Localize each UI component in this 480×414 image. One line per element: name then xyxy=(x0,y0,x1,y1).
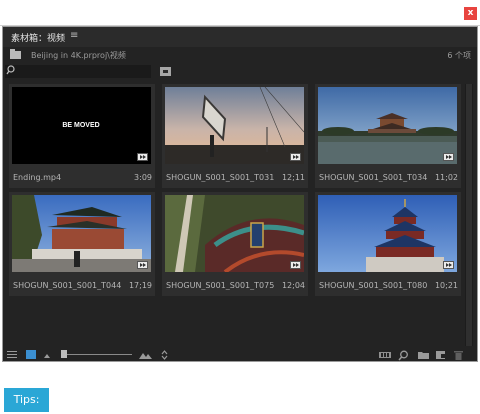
clip-tile-t080[interactable]: SHOGUN_S001_S001_T080... 10;21 xyxy=(315,192,461,296)
folder-icon[interactable] xyxy=(10,49,21,59)
clip-type-icon xyxy=(137,261,148,269)
clip-tile-t034[interactable]: SHOGUN_S001_S001_T034... 11;02 xyxy=(315,84,461,188)
clip-name: SHOGUN_S001_S001_T034... xyxy=(319,173,427,182)
automate-to-sequence-icon[interactable] xyxy=(379,350,391,360)
thumbnail-image xyxy=(318,195,457,272)
panel-header: 素材箱：视频 ≡ xyxy=(3,27,477,47)
thumbnail-caption: BE MOVED xyxy=(62,122,99,129)
clip-type-icon xyxy=(137,153,148,161)
icon-view-icon[interactable] xyxy=(26,350,36,359)
bin-path-row: Beijing in 4K.prproj\视频 6 个项 xyxy=(3,47,477,65)
vertical-scrollbar[interactable] xyxy=(465,84,473,346)
list-view-icon[interactable] xyxy=(7,351,17,359)
new-bin-icon[interactable] xyxy=(418,350,429,360)
new-search-bin-icon[interactable] xyxy=(160,67,171,76)
search-row xyxy=(3,65,477,81)
project-bin-panel: 素材箱：视频 ≡ Beijing in 4K.prproj\视频 6 个项 BE… xyxy=(2,26,478,362)
clip-type-icon xyxy=(443,153,454,161)
bottom-toolbar xyxy=(3,349,477,363)
clip-thumbnail: BE MOVED xyxy=(12,87,151,164)
new-item-icon[interactable] xyxy=(436,350,446,360)
zoom-track xyxy=(61,354,132,355)
thumbnail-image: BE MOVED xyxy=(12,87,151,164)
panel-menu-icon[interactable]: ≡ xyxy=(70,30,78,41)
zoom-large-icon[interactable] xyxy=(139,351,152,359)
clip-tile-t044[interactable]: SHOGUN_S001_S001_T044... 17;19 xyxy=(9,192,155,296)
clip-thumbnail xyxy=(12,195,151,272)
thumbnail-image xyxy=(165,195,304,272)
zoom-handle[interactable] xyxy=(61,350,67,358)
clip-duration: 12;11 xyxy=(281,173,305,182)
clip-tile-t031[interactable]: SHOGUN_S001_S001_T031... 12;11 xyxy=(162,84,308,188)
clip-type-icon xyxy=(290,261,301,269)
clip-duration: 10;21 xyxy=(434,281,458,290)
search-input[interactable] xyxy=(5,65,151,78)
thumbnail-image xyxy=(165,87,304,164)
sort-icons-icon[interactable] xyxy=(161,350,168,360)
panel-tab-title[interactable]: 素材箱：视频 xyxy=(11,31,65,44)
clip-duration: 17;19 xyxy=(128,281,152,290)
find-icon[interactable] xyxy=(398,350,409,361)
scrollbar-thumb[interactable] xyxy=(466,84,472,346)
tips-label: Tips: xyxy=(4,388,49,412)
clip-tile-t075[interactable]: SHOGUN_S001_S001_T075... 12;04 xyxy=(162,192,308,296)
window-titlebar: x xyxy=(0,0,480,26)
clip-thumbnail xyxy=(318,195,457,272)
clip-name: SHOGUN_S001_S001_T080... xyxy=(319,281,427,290)
clip-tile-ending[interactable]: BE MOVED Ending.mp4 3:09 xyxy=(9,84,155,188)
clip-name: SHOGUN_S001_S001_T044... xyxy=(13,281,121,290)
clip-duration: 12;04 xyxy=(281,281,305,290)
clip-name: SHOGUN_S001_S001_T031... xyxy=(166,173,274,182)
clip-duration: 11;02 xyxy=(434,173,458,182)
item-count: 6 个项 xyxy=(447,51,471,60)
freeform-view-icon[interactable] xyxy=(44,354,50,358)
search-icon[interactable] xyxy=(6,65,15,76)
clip-thumbnail xyxy=(165,87,304,164)
clip-name: SHOGUN_S001_S001_T075... xyxy=(166,281,274,290)
clip-type-icon xyxy=(290,153,301,161)
clip-thumbnail xyxy=(165,195,304,272)
clip-type-icon xyxy=(443,261,454,269)
trash-icon[interactable] xyxy=(454,350,463,360)
thumbnail-image xyxy=(12,195,151,272)
clip-thumbnail xyxy=(318,87,457,164)
clip-name: Ending.mp4 xyxy=(13,173,62,182)
bin-path: Beijing in 4K.prproj\视频 xyxy=(31,51,126,60)
zoom-slider[interactable] xyxy=(61,349,132,360)
clip-grid: BE MOVED Ending.mp4 3:09 SHOGUN_S001_S00… xyxy=(9,84,463,346)
clip-duration: 3:09 xyxy=(134,173,152,182)
thumbnail-image xyxy=(318,87,457,164)
close-button[interactable]: x xyxy=(464,7,477,20)
